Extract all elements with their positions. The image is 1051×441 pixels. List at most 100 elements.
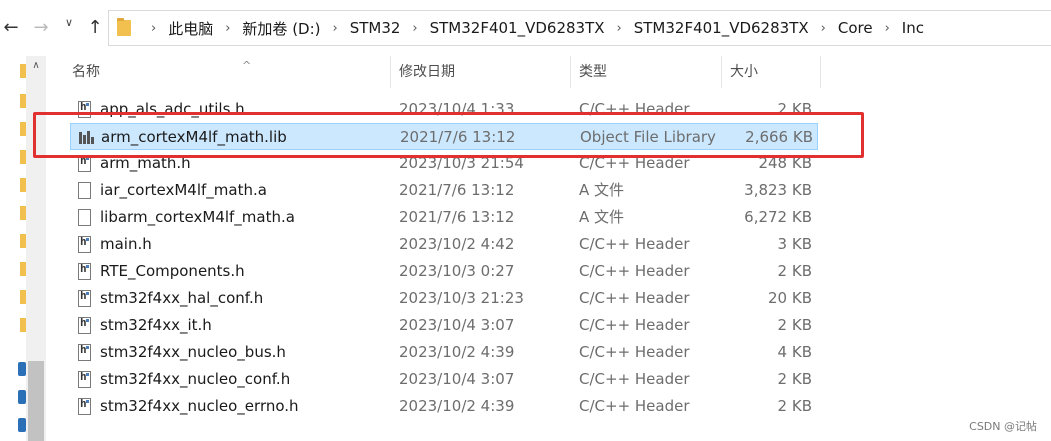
file-name: stm32f4xx_it.h xyxy=(100,316,212,334)
file-date: 2023/10/3 21:23 xyxy=(399,289,524,307)
file-size: 2,666 KB xyxy=(745,128,813,146)
breadcrumb-item[interactable]: STM32 xyxy=(350,19,401,37)
file-date: 2021/7/6 13:12 xyxy=(399,208,515,226)
drive-icon[interactable] xyxy=(18,418,26,432)
file-name: RTE_Components.h xyxy=(100,262,245,280)
drive-icon[interactable] xyxy=(18,362,26,376)
file-row[interactable]: stm32f4xx_nucleo_bus.h 2023/10/2 4:39 C/C+… xyxy=(70,339,818,366)
file-date: 2023/10/4 3:07 xyxy=(399,370,515,388)
chevron-right-icon[interactable]: › xyxy=(151,21,156,36)
file-type: A 文件 xyxy=(579,208,625,226)
column-header-size[interactable]: 大小 xyxy=(721,56,821,88)
file-type: C/C++ Header xyxy=(579,316,690,334)
up-arrow-icon[interactable]: ↑ xyxy=(84,17,106,38)
chevron-right-icon[interactable]: › xyxy=(225,21,230,36)
breadcrumb-item[interactable]: 此电脑 xyxy=(168,18,213,39)
file-name: stm32f4xx_nucleo_bus.h xyxy=(100,343,286,361)
header-file-icon xyxy=(78,235,91,253)
file-type: A 文件 xyxy=(579,181,625,199)
breadcrumb-item[interactable]: STM32F401_VD6283TX xyxy=(634,19,809,37)
chevron-right-icon[interactable]: › xyxy=(333,21,338,36)
header-file-icon xyxy=(78,154,91,172)
file-row[interactable]: main.h 2023/10/2 4:42 C/C++ Header 3 KB xyxy=(70,231,818,258)
file-type: C/C++ Header xyxy=(579,397,690,415)
file-row[interactable]: app_als_adc_utils.h 2023/10/4 1:33 C/C++ H… xyxy=(70,96,818,123)
file-date: 2023/10/3 21:54 xyxy=(399,154,524,172)
column-header-label: 类型 xyxy=(579,64,607,80)
file-date: 2023/10/2 4:39 xyxy=(399,343,515,361)
header-file-icon xyxy=(78,397,91,415)
file-size: 2 KB xyxy=(777,316,812,334)
file-name: stm32f4xx_nucleo_conf.h xyxy=(100,370,291,388)
breadcrumb-item[interactable]: Inc xyxy=(902,19,924,37)
column-header-date[interactable]: 修改日期 xyxy=(390,56,570,88)
column-header-type[interactable]: 类型 xyxy=(570,56,721,88)
breadcrumb-item[interactable]: Core xyxy=(838,19,873,37)
file-size: 248 KB xyxy=(758,154,812,172)
library-file-icon xyxy=(79,129,94,146)
chevron-right-icon[interactable]: › xyxy=(885,21,890,36)
file-date: 2023/10/3 0:27 xyxy=(399,262,515,280)
file-name: iar_cortexM4lf_math.a xyxy=(100,181,267,199)
file-date: 2021/7/6 13:12 xyxy=(399,181,515,199)
sort-ascending-icon: ^ xyxy=(242,59,252,72)
address-bar[interactable]: › 此电脑 › 新加卷 (D:) › STM32 › STM32F401_VD6283TX › S… xyxy=(108,10,1051,46)
nav-scrollbar-thumb[interactable] xyxy=(28,361,44,441)
file-name: arm_math.h xyxy=(100,154,191,172)
address-toolbar: ← → ∨ ↑ › 此电脑 › 新加卷 (D:) › STM32 › STM32F401_VD… xyxy=(0,0,1051,56)
breadcrumb-item[interactable]: 新加卷 (D:) xyxy=(242,18,320,39)
chevron-right-icon[interactable]: › xyxy=(412,21,417,36)
scroll-up-chevron-icon[interactable]: ∧ xyxy=(26,56,46,76)
file-type: C/C++ Header xyxy=(579,154,690,172)
file-size: 6,272 KB xyxy=(744,208,812,226)
file-type: C/C++ Header xyxy=(579,289,690,307)
file-row[interactable]: arm_math.h 2023/10/3 21:54 C/C++ Header 248… xyxy=(70,150,818,177)
forward-arrow-icon[interactable]: → xyxy=(30,17,52,38)
column-header-label: 名称 xyxy=(72,64,100,80)
file-type: C/C++ Header xyxy=(579,235,690,253)
file-size: 2 KB xyxy=(777,397,812,415)
file-type: C/C++ Header xyxy=(579,100,690,118)
file-name: stm32f4xx_hal_conf.h xyxy=(100,289,264,307)
file-row[interactable]: RTE_Components.h 2023/10/3 0:27 C/C++ Head… xyxy=(70,258,818,285)
file-type: C/C++ Header xyxy=(579,343,690,361)
file-size: 20 KB xyxy=(768,289,812,307)
file-row[interactable]: arm_cortexM4lf_math.lib 2021/7/6 13:12 Obj… xyxy=(70,123,818,150)
file-row[interactable]: stm32f4xx_nucleo_conf.h 2023/10/4 3:07 C/C… xyxy=(70,366,818,393)
file-name: stm32f4xx_nucleo_errno.h xyxy=(100,397,299,415)
folder-icon xyxy=(117,18,131,36)
file-size: 2 KB xyxy=(777,370,812,388)
column-header-label: 大小 xyxy=(730,64,758,80)
file-row[interactable]: stm32f4xx_nucleo_errno.h 2023/10/2 4:39 C/… xyxy=(70,393,818,420)
file-size: 2 KB xyxy=(777,100,812,118)
navigation-pane: ∧ xyxy=(0,56,46,441)
file-date: 2023/10/2 4:39 xyxy=(399,397,515,415)
file-date: 2023/10/4 3:07 xyxy=(399,316,515,334)
chevron-right-icon[interactable]: › xyxy=(821,21,826,36)
file-size: 4 KB xyxy=(777,343,812,361)
header-file-icon xyxy=(78,262,91,280)
file-name: main.h xyxy=(100,235,152,253)
drive-icon[interactable] xyxy=(18,390,26,404)
chevron-right-icon[interactable]: › xyxy=(617,21,622,36)
file-size: 2 KB xyxy=(777,262,812,280)
watermark: CSDN @记帖 xyxy=(969,420,1037,433)
breadcrumb-item[interactable]: STM32F401_VD6283TX xyxy=(430,19,605,37)
blank-file-icon xyxy=(78,209,91,226)
file-row[interactable]: stm32f4xx_hal_conf.h 2023/10/3 21:23 C/C++… xyxy=(70,285,818,312)
file-row[interactable]: iar_cortexM4lf_math.a 2021/7/6 13:12 A 文件 3… xyxy=(70,177,818,204)
file-row[interactable]: libarm_cortexM4lf_math.a 2021/7/6 13:12 A … xyxy=(70,204,818,231)
breadcrumb: › 此电脑 › 新加卷 (D:) › STM32 › STM32F401_VD6283TX › S… xyxy=(139,11,924,45)
recent-locations-chevron-icon[interactable]: ∨ xyxy=(58,16,80,29)
blank-file-icon xyxy=(78,182,91,199)
file-row[interactable]: stm32f4xx_it.h 2023/10/4 3:07 C/C++ Header… xyxy=(70,312,818,339)
file-date: 2021/7/6 13:12 xyxy=(400,128,516,146)
header-file-icon xyxy=(78,343,91,361)
header-file-icon xyxy=(78,289,91,307)
file-name: libarm_cortexM4lf_math.a xyxy=(100,208,295,226)
file-size: 3,823 KB xyxy=(744,181,812,199)
back-arrow-icon[interactable]: ← xyxy=(0,17,22,38)
file-date: 2023/10/2 4:42 xyxy=(399,235,515,253)
column-header-name[interactable]: 名称 ^ xyxy=(64,56,390,88)
column-header-label: 修改日期 xyxy=(399,64,455,80)
